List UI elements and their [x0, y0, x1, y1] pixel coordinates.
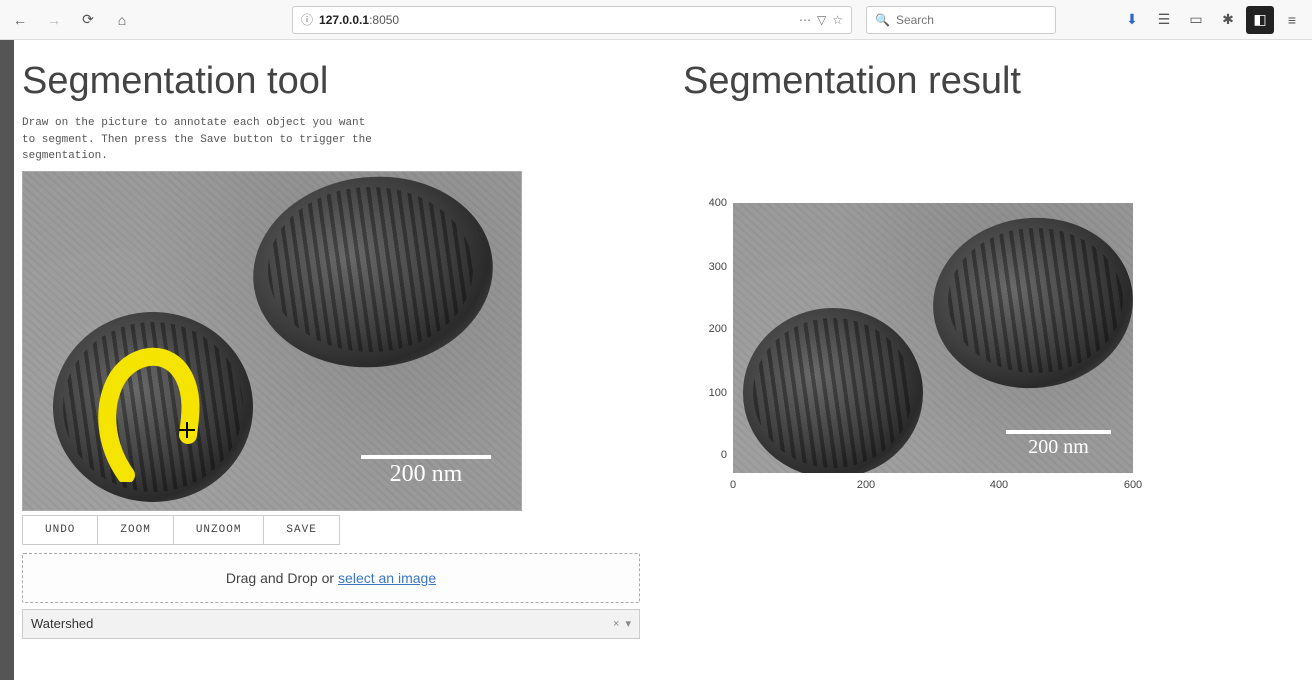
home-button[interactable]: ⌂	[108, 6, 136, 34]
downloads-icon[interactable]: ⬇	[1118, 6, 1146, 34]
canvas-toolbar: UNDO ZOOM UNZOOM SAVE	[22, 515, 643, 545]
x-tick: 600	[1124, 479, 1142, 491]
y-tick: 300	[689, 261, 727, 273]
y-tick: 400	[689, 197, 727, 209]
scalebar-label: 200 nm	[361, 461, 491, 488]
algorithm-selected: Watershed	[31, 616, 93, 631]
y-tick: 100	[689, 387, 727, 399]
undo-button[interactable]: UNDO	[22, 515, 98, 545]
url-port: :8050	[369, 13, 399, 27]
window-left-strip	[0, 40, 14, 680]
save-button[interactable]: SAVE	[264, 515, 339, 545]
info-icon: ⓘ	[301, 11, 313, 28]
search-input[interactable]	[896, 13, 1047, 27]
more-icon[interactable]: ⋯	[799, 13, 811, 27]
unzoom-button[interactable]: UNZOOM	[174, 515, 265, 545]
segmentation-result-panel: Segmentation result 400 300 200 100 0	[683, 60, 1304, 672]
result-image: 200 nm	[733, 203, 1133, 473]
segmentation-result-title: Segmentation result	[683, 60, 1304, 103]
x-tick: 400	[990, 479, 1008, 491]
addon-icon-2[interactable]: ◧	[1246, 6, 1274, 34]
dropzone-text: Drag and Drop or	[226, 570, 334, 586]
x-tick: 0	[730, 479, 736, 491]
browser-toolbar: ← → ⟳ ⌂ ⓘ 127.0.0.1:8050 ⋯ ▽ ☆ 🔍 ⬇ ☰ ▭ ✱…	[0, 0, 1312, 40]
y-tick: 0	[689, 449, 727, 461]
back-button[interactable]: ←	[6, 6, 34, 34]
scalebar-label: 200 nm	[1006, 436, 1111, 459]
scalebar: 200 nm	[361, 455, 491, 488]
bookmark-star-icon[interactable]: ☆	[832, 13, 843, 27]
algorithm-dropdown[interactable]: Watershed × ▾	[22, 609, 640, 639]
chevron-down-icon[interactable]: ▾	[625, 617, 631, 630]
segmentation-tool-title: Segmentation tool	[22, 60, 643, 103]
url-bar[interactable]: ⓘ 127.0.0.1:8050 ⋯ ▽ ☆	[292, 6, 852, 34]
sidebar-icon[interactable]: ▭	[1182, 6, 1210, 34]
library-icon[interactable]: ☰	[1150, 6, 1178, 34]
zoom-button[interactable]: ZOOM	[98, 515, 173, 545]
select-image-link[interactable]: select an image	[338, 570, 436, 586]
search-bar[interactable]: 🔍	[866, 6, 1056, 34]
search-icon: 🔍	[875, 13, 890, 27]
annotation-canvas[interactable]: 200 nm	[22, 171, 522, 511]
image-dropzone[interactable]: Drag and Drop or select an image	[22, 553, 640, 603]
crosshair-cursor	[179, 422, 195, 438]
addon-icon-1[interactable]: ✱	[1214, 6, 1242, 34]
result-plot[interactable]: 400 300 200 100 0 200 nm 0	[683, 183, 1263, 483]
url-host: 127.0.0.1	[319, 13, 369, 27]
x-tick: 200	[857, 479, 875, 491]
reload-button[interactable]: ⟳	[74, 6, 102, 34]
scalebar: 200 nm	[1006, 430, 1111, 459]
reader-icon[interactable]: ▽	[817, 13, 826, 27]
forward-button[interactable]: →	[40, 6, 68, 34]
y-tick: 200	[689, 323, 727, 335]
hamburger-menu-icon[interactable]: ≡	[1278, 6, 1306, 34]
segmentation-tool-intro: Draw on the picture to annotate each obj…	[22, 115, 372, 165]
dropdown-clear-icon[interactable]: ×	[613, 618, 619, 630]
segmentation-tool-panel: Segmentation tool Draw on the picture to…	[22, 60, 643, 672]
